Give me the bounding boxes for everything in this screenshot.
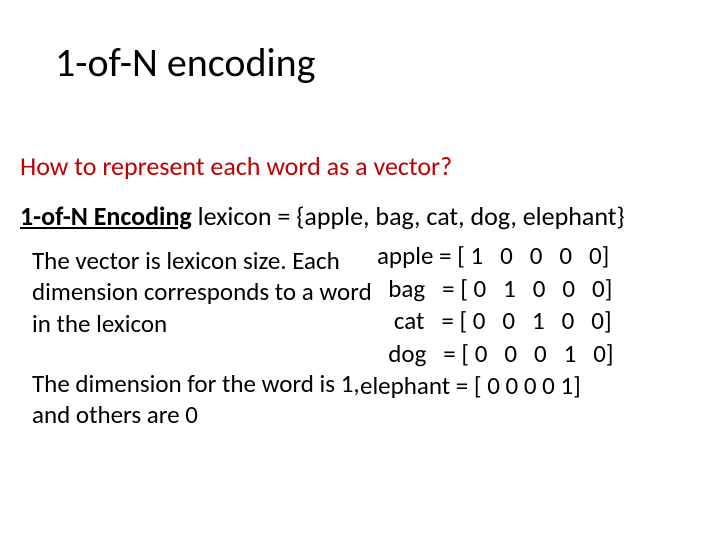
slide-title: 1-of-N encoding	[55, 38, 316, 87]
slide: 1-of-N encoding How to represent each wo…	[0, 0, 720, 540]
vector-row-elephant: elephant = [ 0 0 0 0 1]	[360, 370, 710, 403]
encoding-subhead: 1-of-N Encoding lexicon = {apple, bag, c…	[20, 200, 625, 232]
vector-row-bag: bag = [ 0 1 0 0 0]	[360, 273, 710, 306]
description-paragraph-1: The vector is lexicon size. Each dimensi…	[32, 245, 382, 339]
vector-row-apple: apple = [ 1 0 0 0 0]	[360, 240, 710, 273]
vector-examples: apple = [ 1 0 0 0 0] bag = [ 0 1 0 0 0] …	[360, 240, 710, 370]
vector-row-cat: cat = [ 0 0 1 0 0]	[360, 305, 710, 338]
lexicon-text: lexicon = {apple, bag, cat, dog, elephan…	[192, 200, 625, 232]
question-text: How to represent each word as a vector?	[20, 150, 452, 182]
vector-row-dog: dog = [ 0 0 0 1 0]	[360, 338, 710, 371]
encoding-label: 1-of-N Encoding	[20, 200, 192, 232]
description-paragraph-2: The dimension for the word is 1, and oth…	[32, 368, 382, 431]
